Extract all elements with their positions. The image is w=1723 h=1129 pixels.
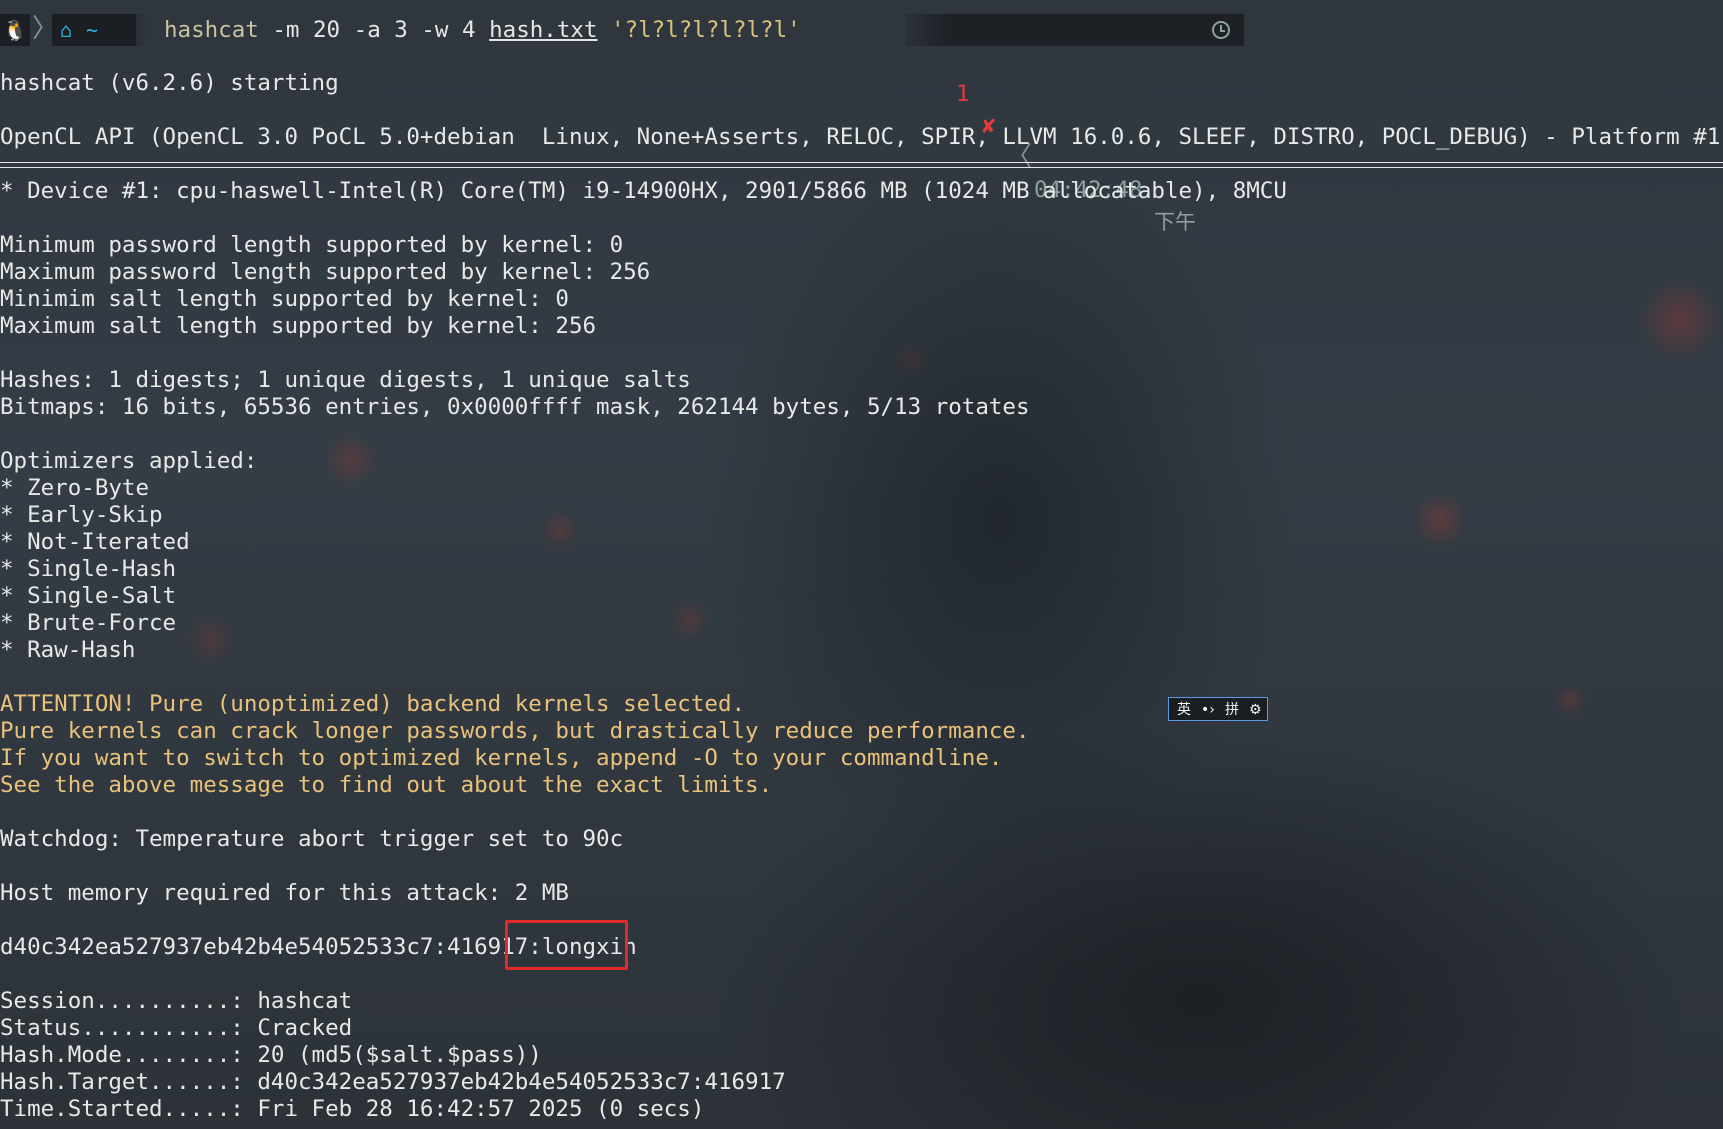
session-line: Hash.Target......: d40c342ea527937eb42b4… — [0, 1069, 786, 1095]
input-method-toolbar[interactable]: 英 •› 拼 ⚙ — [1168, 697, 1268, 721]
status-fade — [906, 14, 950, 46]
optimizers-header: Optimizers applied: — [0, 448, 258, 474]
ime-punct-toggle[interactable]: •› — [1201, 698, 1215, 722]
limit-line: Maximum salt length supported by kernel:… — [0, 313, 597, 339]
ime-mode-toggle[interactable]: 英 — [1177, 698, 1191, 722]
prompt-ampm: 下午 — [1154, 210, 1196, 234]
gear-icon[interactable]: ⚙ — [1249, 698, 1262, 722]
optimizer-item: * Early-Skip — [0, 502, 163, 528]
attention-line: Pure kernels can crack longer passwords,… — [0, 718, 1030, 744]
command-mask: '?l?l?l?l?l?l' — [597, 17, 801, 43]
terminal-window[interactable]: 🐧 〉 ⌂ ~ hashcat -m 20 -a 3 -w 4 hash.txt… — [0, 0, 1723, 1129]
hashes-line: Hashes: 1 digests; 1 unique digests, 1 u… — [0, 367, 691, 393]
attention-line: If you want to switch to optimized kerne… — [0, 745, 1003, 771]
tux-icon: 🐧 — [0, 14, 30, 46]
command-args: -m 20 -a 3 -w 4 — [258, 17, 490, 43]
optimizer-item: * Not-Iterated — [0, 529, 190, 555]
optimizer-item: * Raw-Hash — [0, 637, 136, 663]
current-dir: ~ — [86, 18, 99, 42]
optimizer-item: * Single-Salt — [0, 583, 177, 609]
right-prompt-status: 1 ✘ 〈 04:42:48 下午 — [906, 14, 1244, 234]
home-icon: ⌂ — [60, 18, 73, 42]
ime-input-toggle[interactable]: 拼 — [1225, 698, 1239, 722]
shell-prompt: 🐧 〉 ⌂ ~ hashcat -m 20 -a 3 -w 4 hash.txt… — [0, 14, 1723, 234]
limit-line: Maximum password length supported by ker… — [0, 259, 651, 285]
command-program: hashcat — [164, 17, 259, 43]
session-line: Status...........: Cracked — [0, 1015, 353, 1041]
session-line: Time.Started.....: Fri Feb 28 16:42:57 2… — [0, 1096, 705, 1122]
password-highlight-box — [505, 920, 628, 970]
opencl-line: OpenCL API (OpenCL 3.0 PoCL 5.0+debian L… — [0, 124, 1723, 150]
attention-line: See the above message to find out about … — [0, 772, 773, 798]
exit-code: 1 — [956, 81, 970, 107]
optimizer-item: * Single-Hash — [0, 556, 177, 582]
host-memory-line: Host memory required for this attack: 2 … — [0, 880, 569, 906]
clock-icon — [1212, 21, 1230, 39]
device-line: * Device #1: cpu-haswell-Intel(R) Core(T… — [0, 178, 1287, 204]
limit-line: Minimim salt length supported by kernel:… — [0, 286, 569, 312]
session-line: Hash.Mode........: 20 (md5($salt.$pass)) — [0, 1042, 542, 1068]
optimizer-item: * Brute-Force — [0, 610, 177, 636]
attention-line: ATTENTION! Pure (unoptimized) backend ke… — [0, 691, 746, 717]
separator-rule — [0, 162, 1723, 168]
bitmaps-line: Bitmaps: 16 bits, 65536 entries, 0x0000f… — [0, 394, 1030, 420]
session-line: Session..........: hashcat — [0, 988, 353, 1014]
command-file[interactable]: hash.txt — [489, 17, 597, 43]
optimizer-item: * Zero-Byte — [0, 475, 150, 501]
limit-line: Minimum password length supported by ker… — [0, 232, 624, 258]
cracked-hash: d40c342ea527937eb42b4e54052533c7:416917: — [0, 934, 542, 960]
command-line[interactable]: hashcat -m 20 -a 3 -w 4 hash.txt '?l?l?l… — [164, 14, 801, 46]
watchdog-line: Watchdog: Temperature abort trigger set … — [0, 826, 624, 852]
starting-line: hashcat (v6.2.6) starting — [0, 70, 339, 96]
prompt-fade — [118, 14, 148, 46]
